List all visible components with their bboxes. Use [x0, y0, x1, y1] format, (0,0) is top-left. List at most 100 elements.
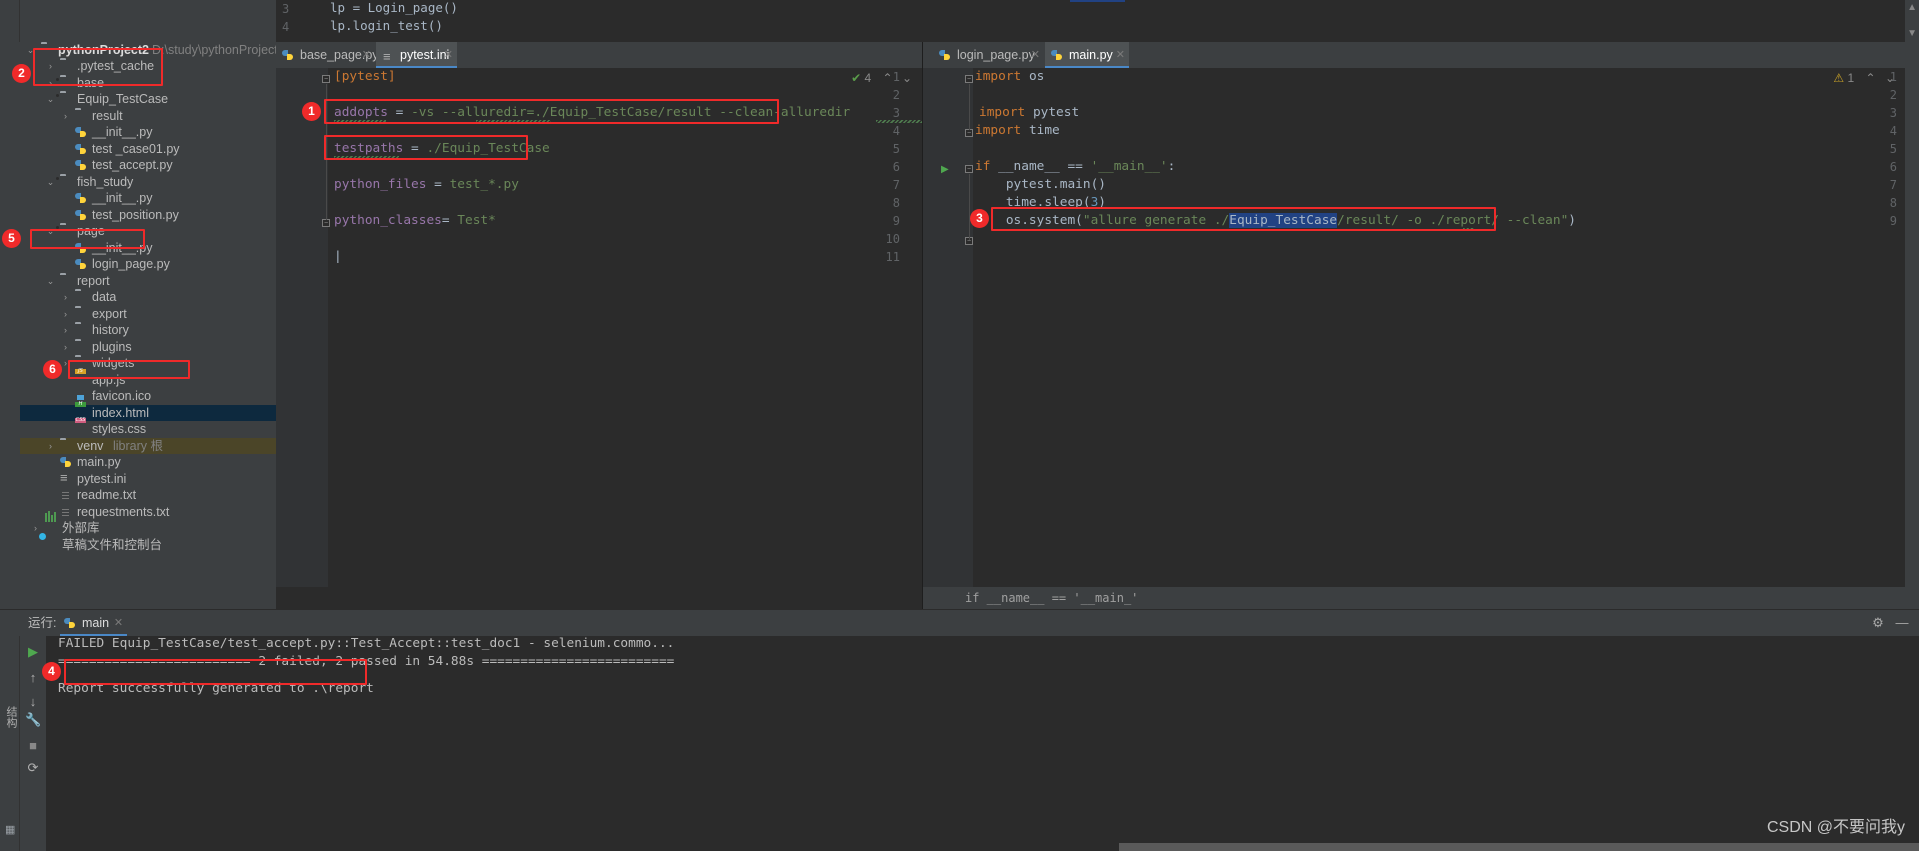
chevron-right-icon[interactable]: › [61, 355, 70, 372]
tree-item-venv[interactable]: › venv library 根 [20, 437, 276, 455]
tree-item-readme-txt[interactable]: readme.txt [20, 487, 276, 504]
tree-item-test-_case01-py[interactable]: test _case01.py [20, 141, 276, 158]
tree-item-base[interactable]: › base [20, 75, 276, 92]
tree-item-index-html[interactable]: Hindex.html [20, 401, 276, 421]
warning-icon: ⚠ [1833, 71, 1845, 85]
step-down-icon[interactable]: ↓ [25, 694, 41, 710]
chevron-right-icon[interactable]: › [46, 75, 55, 92]
close-icon[interactable]: ✕ [1116, 42, 1125, 68]
grid-icon[interactable]: ▦ [5, 823, 15, 836]
tab-main-py[interactable]: main.py ✕ [1045, 42, 1129, 68]
run-tool-window-header: 运行: main ✕ ⚙ ― [0, 610, 1919, 636]
step-up-icon[interactable]: ↑ [25, 670, 41, 686]
tree-item-fish_study[interactable]: ⌄ fish_study [20, 174, 276, 191]
wrench-icon[interactable]: 🔧 [25, 712, 41, 728]
fold-marker-import-time[interactable]: − [965, 129, 973, 137]
tree-item-report[interactable]: ⌄ report [20, 273, 276, 290]
console-output[interactable]: FAILED Equip_TestCase/test_accept.py::Te… [46, 636, 1919, 851]
tab-pytest-ini[interactable]: pytest.ini ✕ [376, 42, 457, 70]
tree-item-favicon-ico[interactable]: favicon.ico [20, 388, 276, 405]
tree-item-main-py[interactable]: main.py [20, 454, 276, 471]
gear-icon[interactable]: ⚙ [1871, 616, 1885, 630]
chevron-down-icon[interactable]: ⌄ [46, 273, 55, 290]
tree-item-label: .pytest_cache [77, 59, 155, 73]
tree-item-label: __init__.py [92, 125, 153, 139]
fold-marker-line9[interactable]: − [322, 219, 330, 227]
rerun-icon[interactable]: ⟳ [25, 760, 41, 776]
tree-item-export[interactable]: › export [20, 306, 276, 323]
project-tree[interactable]: ⌄ pythonProject2 D:\study\pythonProject2 ›.… [20, 42, 276, 553]
chevron-right-icon[interactable]: › [61, 108, 70, 125]
fold-marker-imports[interactable]: − [965, 75, 973, 83]
prev-problem-icon[interactable]: ⌃ [1866, 71, 1876, 85]
editor-tabbar-left: base_page.py ✕ pytest.ini ✕ [276, 42, 922, 70]
stop-icon[interactable]: ■ [25, 738, 41, 754]
tree-item-login_page-py[interactable]: login_page.py [20, 256, 276, 273]
minimize-icon[interactable]: ― [1895, 616, 1909, 630]
tree-item-history[interactable]: › history [20, 322, 276, 339]
tree-item-page[interactable]: ⌄ page [20, 223, 276, 240]
tree-root-pythonproject2[interactable]: ⌄ pythonProject2 D:\study\pythonProject2 [20, 42, 276, 58]
left-tool-column [0, 0, 20, 42]
scroll-up-icon[interactable]: ▲ [1907, 2, 1917, 13]
tree-item-requestments-txt[interactable]: requestments.txt [20, 504, 276, 521]
tree-item-result[interactable]: › result [20, 108, 276, 125]
tree-item-label: favicon.ico [92, 389, 152, 403]
close-icon[interactable]: ✕ [1031, 42, 1040, 68]
tree-item-__init__-py[interactable]: __init__.py [20, 124, 276, 141]
chevron-right-icon[interactable]: › [46, 58, 55, 75]
tab-login_page-py[interactable]: login_page.py ✕ [933, 42, 1045, 68]
editor-pane-left: base_page.py ✕ pytest.ini ✕ ✔ 4 ⌃ ⌄ [276, 42, 922, 609]
pycharm-window: 3 4 lp = Login_page() lp.login_test() ▲ … [0, 0, 1919, 851]
chevron-right-icon[interactable]: › [61, 322, 70, 339]
project-root-path: D:\study\pythonProject2 [152, 43, 276, 57]
tree-item-test_accept-py[interactable]: test_accept.py [20, 157, 276, 174]
fold-marker-line1[interactable]: − [322, 75, 330, 83]
scroll-down-icon[interactable]: ▼ [1907, 28, 1917, 39]
tree-item-label: export [92, 306, 127, 321]
editor-vertical-scrollbar-top[interactable]: ▲ ▼ [1905, 0, 1919, 42]
next-problem-icon[interactable]: ⌄ [902, 71, 912, 85]
close-icon[interactable]: ✕ [444, 42, 453, 68]
prev-problem-icon[interactable]: ⌃ [883, 71, 893, 85]
tree-item-__init__-py[interactable]: __init__.py [20, 240, 276, 257]
code-line-import-os: import os [975, 69, 1045, 84]
chevron-right-icon[interactable]: › [61, 339, 70, 356]
inspection-widget-left[interactable]: ✔ 4 ⌃ ⌄ [851, 71, 912, 85]
fold-marker-main-block[interactable]: − [965, 165, 973, 173]
code-editor-main-py[interactable]: ⚠ 1 ⌃ ⌄ 123456789 ▶ − − − − import os im… [923, 68, 1919, 609]
editor-vertical-scrollbar[interactable] [1905, 42, 1919, 609]
tree-item-data[interactable]: › data [20, 289, 276, 306]
chevron-down-icon[interactable]: ⌄ [46, 174, 55, 191]
tab-label: pytest.ini [400, 48, 450, 62]
structure-tool-label[interactable]: 结构 [3, 706, 19, 728]
close-icon[interactable]: ✕ [362, 42, 371, 68]
chevron-down-icon[interactable]: ⌄ [46, 91, 55, 108]
tree-item-test_position-py[interactable]: test_position.py [20, 207, 276, 224]
close-icon[interactable]: ✕ [114, 610, 123, 636]
run-tab-main[interactable]: main ✕ [60, 610, 128, 636]
chevron-down-icon[interactable]: ⌄ [46, 223, 55, 240]
tree-item-__init__-py[interactable]: __init__.py [20, 190, 276, 207]
code-line-if-main: if __name__ == '__main__': [975, 159, 1176, 174]
tree-item-plugins[interactable]: › plugins [20, 339, 276, 356]
tree-item----[interactable]: › 外部库 [20, 511, 276, 537]
tree-item-styles-css[interactable]: CSS styles.css [20, 418, 276, 438]
tab-base_page-py[interactable]: base_page.py ✕ [276, 42, 379, 68]
tree-item--pytest_cache[interactable]: › .pytest_cache [20, 58, 276, 75]
run-icon[interactable]: ▶ [25, 644, 41, 660]
console-horizontal-scrollbar[interactable] [1119, 843, 1919, 851]
inspection-widget-right[interactable]: ⚠ 1 ⌃ ⌄ [1833, 71, 1895, 85]
tree-item-label: data [92, 290, 117, 304]
top-strip-code-b: lp.login_test() [330, 18, 443, 33]
chevron-right-icon[interactable]: › [61, 306, 70, 323]
spellcheck-squiggle-os-system [1463, 228, 1475, 231]
tree-item-equip_testcase[interactable]: ⌄ Equip_TestCase [20, 91, 276, 108]
chevron-down-icon[interactable]: ⌄ [26, 42, 35, 59]
chevron-right-icon[interactable]: › [46, 438, 55, 455]
chevron-right-icon[interactable]: › [61, 289, 70, 306]
run-gutter-icon[interactable]: ▶ [941, 164, 949, 175]
tree-item---------[interactable]: 草稿文件和控制台 [20, 537, 276, 554]
tree-item-pytest-ini[interactable]: pytest.ini [20, 471, 276, 488]
code-editor-pytest-ini[interactable]: ✔ 4 ⌃ ⌄ 1 2 3 4 5 6 7 8 9 10 11 − − [pytest] addop… [276, 68, 922, 609]
